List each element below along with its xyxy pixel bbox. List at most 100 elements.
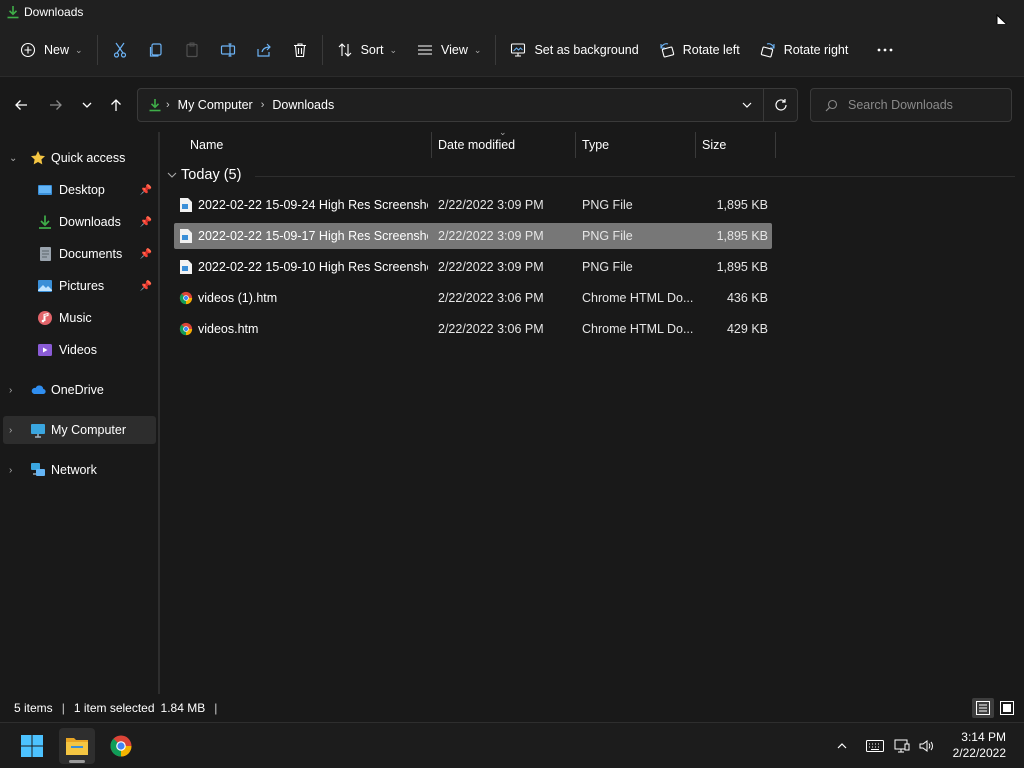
file-row[interactable]: 2022-02-22 15-09-10 High Res Screensho..… [174,254,772,280]
file-row[interactable]: 2022-02-22 15-09-24 High Res Screensho..… [174,192,772,218]
rotate-right-button[interactable]: Rotate right [750,33,859,67]
chevron-down-icon [82,102,92,108]
chevron-right-icon[interactable]: › [9,425,12,436]
rename-button[interactable] [210,33,246,67]
paste-button[interactable] [174,33,210,67]
toolbar-divider [495,35,497,65]
cut-button[interactable] [102,33,138,67]
downloads-icon [149,99,161,112]
chevron-down-icon: ⌄ [473,44,482,55]
file-row[interactable]: videos.htm 2/22/2022 3:06 PM Chrome HTML… [174,316,772,342]
nav-item-music[interactable]: Music [3,304,156,332]
rotate-right-icon [760,43,775,58]
title-bar: Downloads [0,0,1024,24]
nav-item-pictures[interactable]: Pictures 📌 [3,272,156,300]
nav-label: Downloads [59,215,121,229]
copy-icon [149,43,162,57]
chevron-right-icon[interactable]: › [9,465,12,476]
set-as-background-button[interactable]: Set as background [500,33,648,67]
more-options-button[interactable] [866,33,904,67]
window-title: Downloads [24,5,84,19]
copy-button[interactable] [138,33,174,67]
up-button[interactable] [106,95,126,115]
nav-network[interactable]: › Network [3,456,156,484]
address-history-button[interactable] [731,99,763,111]
search-input[interactable] [848,98,1008,112]
recent-locations-button[interactable] [77,95,97,115]
nav-label: Documents [59,247,123,261]
nav-item-desktop[interactable]: Desktop 📌 [3,176,156,204]
trash-icon [293,43,306,58]
chevron-down-icon[interactable]: ⌄ [9,153,17,164]
breadcrumb-downloads[interactable]: Downloads [272,98,334,112]
chevron-down-icon [167,172,177,178]
column-resize-handle[interactable] [695,132,696,158]
sort-button[interactable]: Sort ⌄ [327,33,407,67]
details-view-icon [976,701,990,715]
nav-onedrive[interactable]: › OneDrive [3,376,156,404]
arrow-left-icon [15,100,27,110]
rename-icon [220,43,235,57]
column-header-size[interactable]: Size [702,132,726,158]
share-button[interactable] [246,33,282,67]
clock-time: 3:14 PM [961,730,1006,744]
refresh-button[interactable] [763,89,797,121]
more-icon [877,48,893,52]
nav-item-downloads[interactable]: Downloads 📌 [3,208,156,236]
details-view-button[interactable] [972,698,994,718]
tiles-view-icon [1000,701,1014,715]
address-bar[interactable]: › My Computer › Downloads [137,88,798,122]
nav-my-computer[interactable]: › My Computer [3,416,156,444]
nav-label: Videos [59,343,97,357]
column-resize-handle[interactable] [431,132,432,158]
sort-indicator-icon: ⌄ [499,127,507,137]
view-label: View [441,43,468,57]
pin-icon: 📌 [139,280,152,292]
file-size: 1,895 KB [716,198,768,212]
taskbar-chrome[interactable] [103,728,139,764]
delete-button[interactable] [282,33,318,67]
column-header-type[interactable]: Type [582,132,609,158]
file-date: 2/22/2022 3:09 PM [438,260,544,274]
rotate-left-label: Rotate left [682,43,740,57]
status-bar: 5 items | 1 item selected 1.84 MB | [0,694,1024,722]
nav-item-videos[interactable]: Videos [3,336,156,364]
group-header-today[interactable]: Today (5) [166,164,241,186]
taskbar-file-explorer[interactable] [59,728,95,764]
file-name: videos (1).htm [198,291,278,305]
pane-divider[interactable] [158,132,160,694]
pictures-icon [38,280,52,292]
selection-count: 1 item selected [73,701,155,715]
show-hidden-icons-button[interactable] [832,740,852,752]
start-button[interactable] [14,728,50,764]
nav-quick-access[interactable]: ⌄ Quick access [3,144,156,172]
forward-button[interactable] [46,95,66,115]
arrow-right-icon [50,100,62,110]
new-button[interactable]: New ⌄ [10,33,93,67]
file-row[interactable]: videos (1).htm 2/22/2022 3:06 PM Chrome … [174,285,772,311]
scissors-icon [113,42,126,58]
column-header-label: Date modified [438,138,516,152]
image-file-icon [180,260,192,274]
keyboard-button[interactable] [860,740,890,752]
taskbar-clock[interactable]: 3:14 PM 2/22/2022 [953,729,1006,761]
active-indicator [69,760,85,763]
chevron-right-icon[interactable]: › [9,385,12,396]
sort-icon [338,43,351,57]
network-status-button[interactable] [890,738,914,754]
column-resize-handle[interactable] [575,132,576,158]
rotate-left-button[interactable]: Rotate left [649,33,750,67]
file-row-selected[interactable]: 2022-02-22 15-09-17 High Res Screensho..… [174,223,772,249]
column-header-label: Name [190,138,224,152]
search-box[interactable] [810,88,1012,122]
column-header-name[interactable]: Name [190,132,223,158]
status-separator: | [61,701,65,715]
toolbar-divider [96,35,98,65]
large-icons-view-button[interactable] [996,698,1018,718]
nav-item-documents[interactable]: Documents 📌 [3,240,156,268]
column-resize-handle[interactable] [775,132,776,158]
back-button[interactable] [11,95,31,115]
volume-button[interactable] [914,738,938,754]
breadcrumb-my-computer[interactable]: My Computer [178,98,253,112]
view-button[interactable]: View ⌄ [407,33,491,67]
